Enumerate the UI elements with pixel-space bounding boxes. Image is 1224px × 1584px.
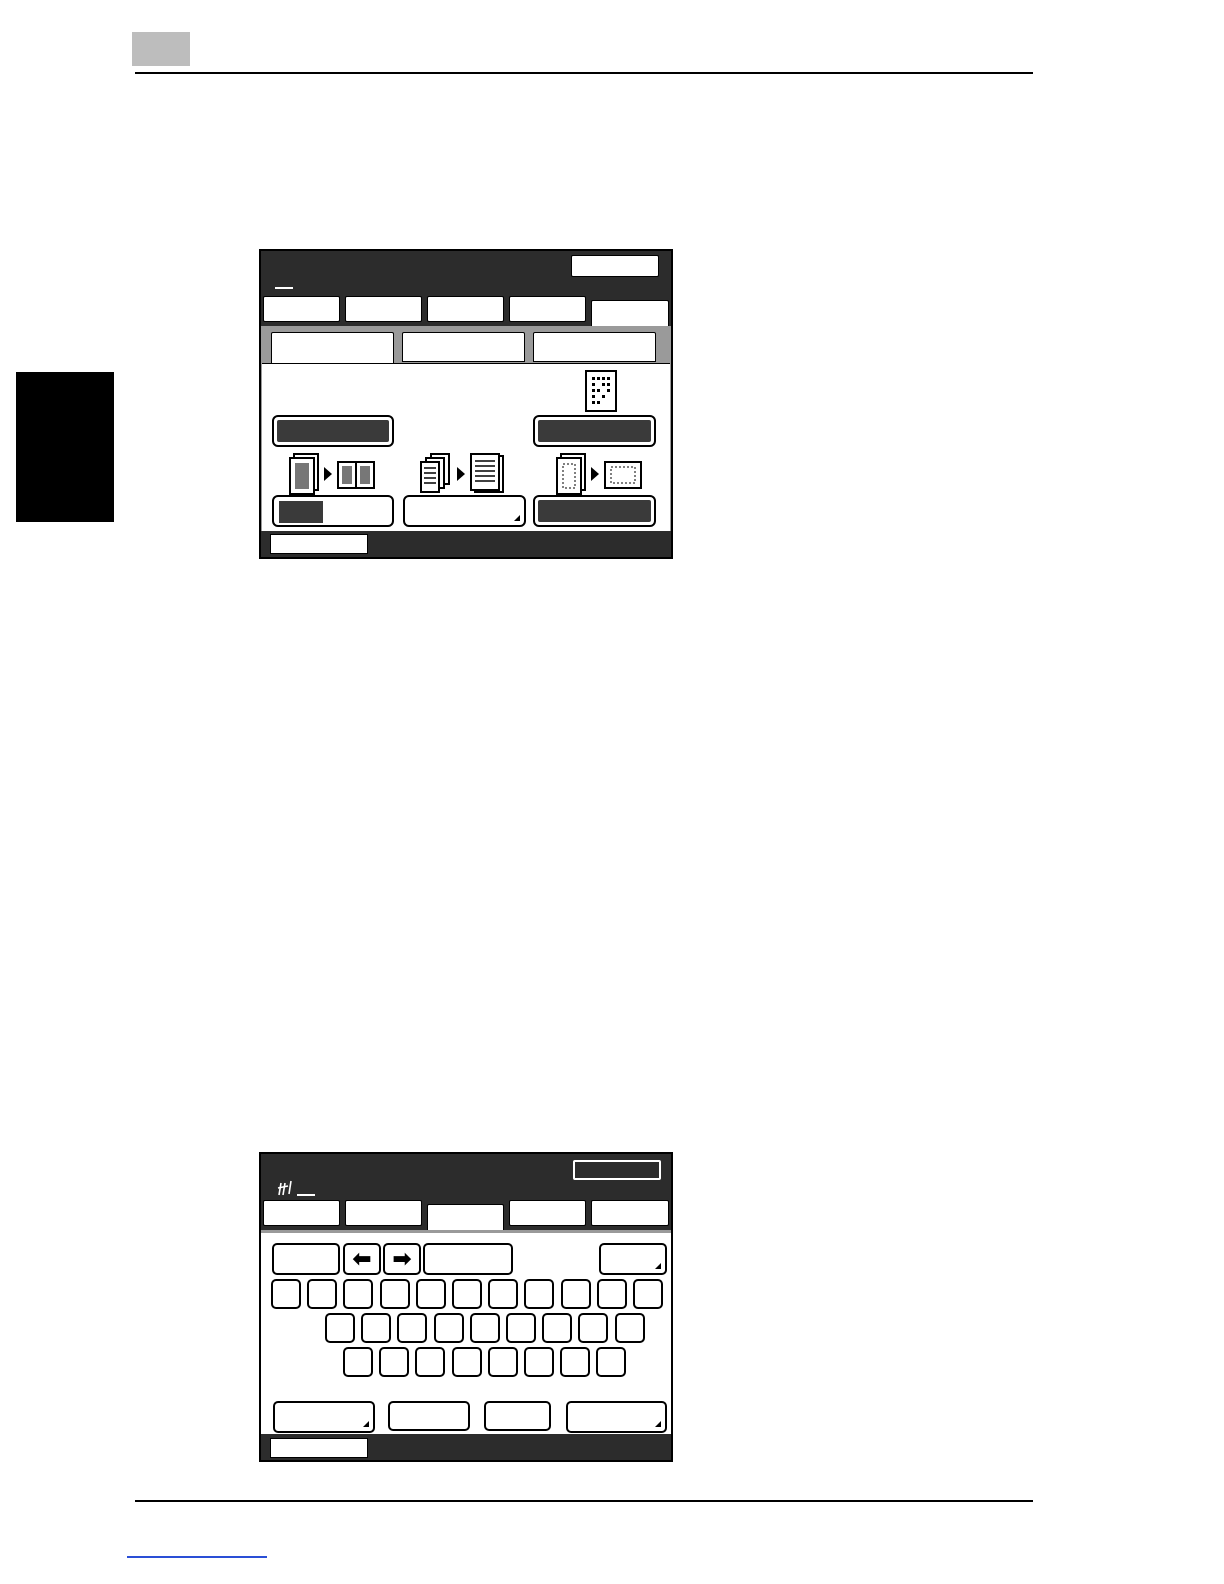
character-key[interactable] [614, 1313, 645, 1343]
settings-screen [259, 249, 673, 559]
character-key[interactable] [452, 1279, 482, 1309]
keyboard-area: ⬅ ➡ [261, 1230, 671, 1434]
header-rule [135, 72, 1033, 74]
function-key-left[interactable] [272, 1243, 340, 1275]
tab-4[interactable] [509, 1200, 586, 1226]
keyboard-screen: ⬅ ➡ [259, 1152, 673, 1462]
chapter-side-tab [16, 372, 114, 522]
character-key[interactable] [524, 1347, 554, 1377]
tab-2[interactable] [345, 296, 422, 322]
book-copy-icon [289, 453, 375, 495]
character-key[interactable] [379, 1279, 410, 1309]
character-key[interactable] [433, 1313, 464, 1343]
tab-3-selected[interactable] [427, 1204, 504, 1232]
subtab-1-selected[interactable] [271, 332, 394, 365]
character-key[interactable] [542, 1313, 573, 1343]
book-copy-button[interactable] [272, 495, 394, 527]
bottom-status-box [270, 534, 368, 554]
subtab-3[interactable] [533, 332, 656, 362]
mode-key-2[interactable] [388, 1401, 470, 1431]
character-key[interactable] [633, 1279, 663, 1309]
character-key[interactable] [379, 1347, 410, 1377]
character-key[interactable] [325, 1313, 355, 1343]
dot-page-icon [585, 370, 617, 412]
mode-key-1[interactable] [273, 1401, 375, 1433]
status-indicator-box [571, 255, 659, 277]
frame-erase-icon [556, 453, 642, 495]
character-key[interactable] [397, 1313, 428, 1343]
tab-5[interactable] [591, 1200, 669, 1226]
character-key[interactable] [271, 1279, 301, 1309]
subtab-2[interactable] [402, 332, 525, 362]
character-key[interactable] [487, 1347, 518, 1377]
character-key[interactable] [307, 1279, 338, 1309]
character-key[interactable] [343, 1279, 374, 1309]
cursor-left-key[interactable]: ⬅ [343, 1243, 381, 1275]
bottom-status-box [270, 1438, 368, 1458]
character-key[interactable] [361, 1313, 392, 1343]
input-cursor-icon [277, 1180, 315, 1196]
character-key[interactable] [506, 1313, 536, 1343]
function-key-right[interactable] [599, 1243, 667, 1275]
function-key-middle[interactable] [423, 1243, 513, 1275]
sort-group-icon [420, 453, 504, 493]
arrow-right-icon: ➡ [392, 1246, 412, 1271]
character-key[interactable] [488, 1279, 519, 1309]
character-key[interactable] [343, 1347, 373, 1377]
option-button-right-top[interactable] [533, 415, 656, 447]
character-key[interactable] [524, 1279, 555, 1309]
frame-erase-button[interactable] [533, 495, 656, 527]
option-button-left-top[interactable] [272, 415, 394, 447]
character-key[interactable] [451, 1347, 482, 1377]
selected-indicator [279, 501, 323, 523]
character-key[interactable] [469, 1313, 500, 1343]
status-indicator-box [573, 1160, 661, 1180]
tab-2[interactable] [345, 1200, 422, 1226]
arrow-left-icon: ⬅ [352, 1246, 372, 1271]
tab-5-selected[interactable] [591, 300, 669, 328]
mode-key-4[interactable] [566, 1401, 667, 1433]
tab-1[interactable] [263, 296, 340, 322]
sort-group-button[interactable] [403, 495, 526, 527]
character-key[interactable] [560, 1279, 591, 1309]
character-key[interactable] [578, 1313, 609, 1343]
footer-link-underline[interactable] [127, 1556, 267, 1558]
options-panel [262, 363, 670, 531]
character-key[interactable] [596, 1279, 627, 1309]
tab-4[interactable] [509, 296, 586, 322]
character-key[interactable] [560, 1347, 591, 1377]
character-key[interactable] [596, 1347, 627, 1377]
chapter-number-box [132, 32, 190, 66]
character-key[interactable] [415, 1347, 446, 1377]
message-underline [275, 287, 293, 289]
cursor-right-key[interactable]: ➡ [383, 1243, 421, 1275]
mode-key-3[interactable] [484, 1401, 551, 1431]
character-key[interactable] [415, 1279, 446, 1309]
tab-3[interactable] [427, 296, 504, 322]
footer-rule [135, 1500, 1033, 1502]
tab-1[interactable] [263, 1200, 340, 1226]
content-area [261, 326, 671, 531]
